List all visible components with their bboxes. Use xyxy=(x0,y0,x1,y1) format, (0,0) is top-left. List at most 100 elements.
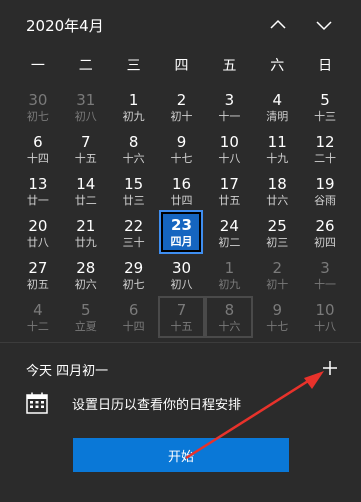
day-number: 5 xyxy=(81,300,91,319)
day-number: 23 xyxy=(171,215,192,234)
day-number: 8 xyxy=(128,132,139,151)
day-number: 15 xyxy=(124,174,144,193)
day-number: 6 xyxy=(33,132,43,151)
day-cell[interactable]: 26 初四 xyxy=(301,212,349,254)
day-cell[interactable]: 20 廿八 xyxy=(14,212,62,254)
day-cell[interactable]: 22 三十 xyxy=(110,212,158,254)
day-number: 19 xyxy=(315,174,335,193)
day-cell[interactable]: 17 廿五 xyxy=(205,170,253,212)
day-number: 26 xyxy=(315,216,335,235)
lunar-date: 廿六 xyxy=(266,193,289,207)
day-cell[interactable]: 27 初五 xyxy=(14,254,62,296)
day-cell[interactable]: 31 初八 xyxy=(62,86,110,128)
agenda-message: 设置日历以查看你的日程安排 xyxy=(72,398,242,413)
day-cell[interactable]: 15 廿三 xyxy=(110,170,158,212)
day-cell[interactable]: 28 初六 xyxy=(62,254,110,296)
day-cell[interactable]: 5 立夏 xyxy=(62,296,110,338)
day-cell[interactable]: 12 二十 xyxy=(301,128,349,170)
lunar-date: 廿一 xyxy=(26,193,49,207)
day-number: 31 xyxy=(76,90,96,109)
lunar-date: 廿四 xyxy=(170,193,193,207)
lunar-date: 初十 xyxy=(266,277,289,291)
lunar-date: 十一 xyxy=(314,277,337,291)
lunar-date: 初三 xyxy=(266,235,289,249)
day-cell[interactable]: 8 十六 xyxy=(205,296,254,338)
day-number: 4 xyxy=(272,90,282,109)
day-cell[interactable]: 25 初三 xyxy=(253,212,301,254)
day-number: 28 xyxy=(76,258,96,277)
day-cell[interactable]: 8 十六 xyxy=(110,128,158,170)
day-cell[interactable]: 13 廿一 xyxy=(14,170,62,212)
weekday-label: 二 xyxy=(78,58,93,74)
day-number: 22 xyxy=(124,216,144,235)
day-cell[interactable]: 16 廿四 xyxy=(158,170,206,212)
lunar-date: 廿九 xyxy=(74,235,97,249)
day-number: 18 xyxy=(267,174,287,193)
day-number: 17 xyxy=(219,174,239,193)
day-number: 1 xyxy=(128,90,139,109)
day-number: 6 xyxy=(128,300,139,319)
lunar-date: 十四 xyxy=(122,319,145,333)
day-cell[interactable]: 9 十七 xyxy=(253,296,301,338)
lunar-date: 清明 xyxy=(266,109,289,123)
day-cell[interactable]: 2 初十 xyxy=(158,86,206,128)
lunar-date: 谷雨 xyxy=(314,193,337,207)
day-number: 24 xyxy=(219,216,239,235)
lunar-date: 初七 xyxy=(26,109,49,123)
day-number: 14 xyxy=(76,174,96,193)
lunar-date: 十八 xyxy=(314,319,337,333)
day-cell[interactable]: 10 十八 xyxy=(205,128,253,170)
lunar-date: 十六 xyxy=(218,319,241,333)
day-number: 7 xyxy=(176,300,187,319)
day-cell[interactable]: 3 十一 xyxy=(301,254,349,296)
day-cell[interactable]: 2 初十 xyxy=(253,254,301,296)
lunar-date: 初八 xyxy=(170,277,193,291)
previous-month-button[interactable] xyxy=(263,10,293,40)
day-grid: 30 初七 31 初八 1 初九 2 初十 3 十一 4 清明 5 十三 6 十四 7 十五 8 十六 9 十七 10 十八 1… xyxy=(14,86,349,338)
day-cell-today[interactable]: 23 四月 xyxy=(161,212,202,252)
divider xyxy=(0,342,361,343)
lunar-date: 廿八 xyxy=(26,235,49,249)
month-title[interactable]: 2020年4月 xyxy=(26,15,104,36)
calendar-flyout: 2020年4月 一 二 三 四 五 六 日 30 初七 31 初八 1 初九 2 初十 3 十一 4… xyxy=(0,0,361,502)
weekday-label: 六 xyxy=(270,58,285,74)
day-cell[interactable]: 9 十七 xyxy=(158,128,206,170)
next-month-button[interactable] xyxy=(309,10,339,40)
day-cell[interactable]: 4 清明 xyxy=(253,86,301,128)
lunar-date: 廿二 xyxy=(74,193,97,207)
day-cell[interactable]: 30 初七 xyxy=(14,86,62,128)
day-cell[interactable]: 30 初八 xyxy=(158,254,206,296)
day-number: 20 xyxy=(28,216,48,235)
day-number: 16 xyxy=(171,174,192,193)
day-cell[interactable]: 3 十一 xyxy=(205,86,253,128)
day-cell[interactable]: 6 十四 xyxy=(14,128,62,170)
day-cell[interactable]: 10 十八 xyxy=(301,296,349,338)
day-number: 30 xyxy=(28,90,48,109)
day-cell[interactable]: 7 十五 xyxy=(157,296,206,338)
day-cell[interactable]: 14 廿二 xyxy=(62,170,110,212)
lunar-date: 十四 xyxy=(26,151,49,165)
lunar-date: 三十 xyxy=(122,235,145,249)
day-cell[interactable]: 18 廿六 xyxy=(253,170,301,212)
day-cell[interactable]: 7 十五 xyxy=(62,128,110,170)
day-number: 2 xyxy=(272,258,282,277)
day-cell[interactable]: 24 初二 xyxy=(205,212,253,254)
lunar-date: 廿三 xyxy=(122,193,145,207)
day-cell[interactable]: 19 谷雨 xyxy=(301,170,349,212)
day-cell[interactable]: 6 十四 xyxy=(110,296,158,338)
day-cell[interactable]: 11 十九 xyxy=(253,128,301,170)
day-number: 3 xyxy=(320,258,330,277)
day-cell[interactable]: 21 廿九 xyxy=(62,212,110,254)
day-cell[interactable]: 1 初九 xyxy=(110,86,158,128)
day-cell[interactable]: 29 初七 xyxy=(110,254,158,296)
add-event-button[interactable] xyxy=(317,355,343,381)
day-cell[interactable]: 4 十二 xyxy=(14,296,62,338)
lunar-date: 初七 xyxy=(122,277,145,291)
weekday-header-row: 一 二 三 四 五 六 日 xyxy=(14,52,349,80)
day-cell[interactable]: 1 初九 xyxy=(205,254,253,296)
start-button[interactable]: 开始 xyxy=(73,438,289,472)
lunar-date: 初九 xyxy=(122,109,145,123)
day-number: 2 xyxy=(176,90,187,109)
day-cell[interactable]: 5 十三 xyxy=(301,86,349,128)
weekday-label: 五 xyxy=(222,58,237,74)
